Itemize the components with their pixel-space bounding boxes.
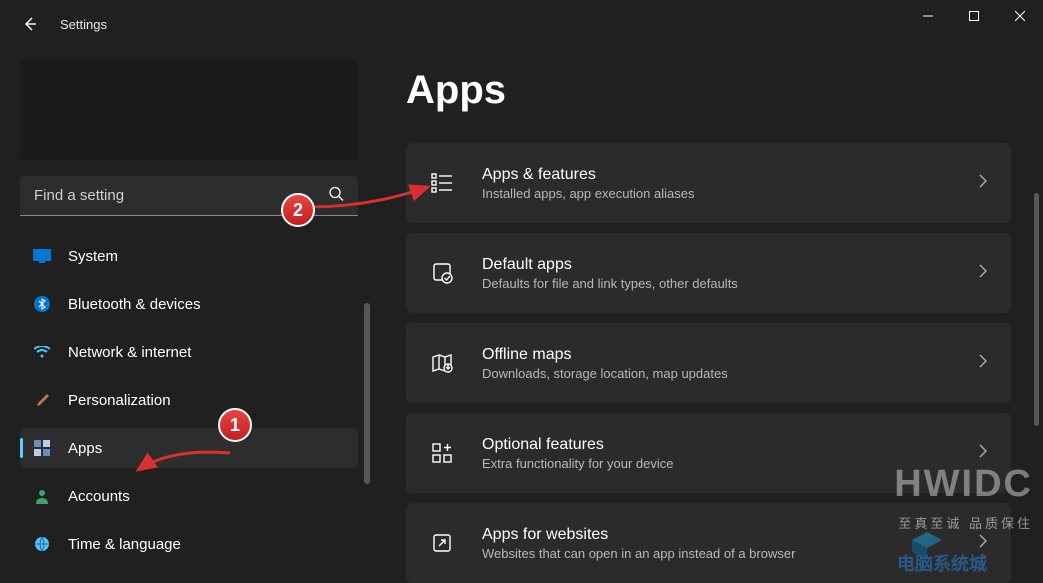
grid-plus-icon: [430, 441, 454, 465]
open-external-icon: [430, 531, 454, 555]
card-apps-features[interactable]: Apps & features Installed apps, app execu…: [406, 143, 1011, 223]
card-subtitle: Downloads, storage location, map updates: [482, 366, 979, 381]
sidebar: System Bluetooth & devices Network & int…: [0, 48, 370, 582]
apps-icon: [32, 438, 52, 458]
globe-icon: [32, 534, 52, 554]
card-title: Offline maps: [482, 346, 979, 364]
card-optional-features[interactable]: Optional features Extra functionality for…: [406, 413, 1011, 493]
search-box[interactable]: [20, 176, 358, 216]
sidebar-item-label: Accounts: [68, 488, 130, 505]
wifi-icon: [32, 342, 52, 362]
chevron-right-icon: [979, 444, 987, 463]
map-icon: [430, 351, 454, 375]
monitor-icon: [32, 246, 52, 266]
chevron-right-icon: [979, 354, 987, 373]
list-icon: [430, 171, 454, 195]
sidebar-item-label: Time & language: [68, 536, 181, 553]
sidebar-item-label: Personalization: [68, 392, 171, 409]
sidebar-item-bluetooth[interactable]: Bluetooth & devices: [20, 284, 358, 324]
card-subtitle: Extra functionality for your device: [482, 456, 979, 471]
sidebar-item-label: Bluetooth & devices: [68, 296, 201, 313]
sidebar-item-network[interactable]: Network & internet: [20, 332, 358, 372]
card-subtitle: Installed apps, app execution aliases: [482, 186, 979, 201]
scrollbar-thumb[interactable]: [1034, 193, 1039, 426]
card-title: Apps & features: [482, 166, 979, 184]
maximize-button[interactable]: [951, 0, 997, 32]
search-input[interactable]: [20, 176, 358, 216]
page-title: Apps: [406, 68, 1043, 113]
chevron-right-icon: [979, 174, 987, 193]
window-title: Settings: [60, 17, 107, 32]
nav-list: System Bluetooth & devices Network & int…: [20, 236, 358, 582]
sidebar-item-system[interactable]: System: [20, 236, 358, 276]
card-apps-for-websites[interactable]: Apps for websites Websites that can open …: [406, 503, 1011, 583]
card-title: Apps for websites: [482, 526, 979, 544]
back-button[interactable]: [20, 14, 40, 34]
titlebar: Settings: [0, 0, 1043, 48]
minimize-button[interactable]: [905, 0, 951, 32]
card-title: Default apps: [482, 256, 979, 274]
card-default-apps[interactable]: Default apps Defaults for file and link t…: [406, 233, 1011, 313]
sidebar-item-apps[interactable]: Apps: [20, 428, 358, 468]
sidebar-item-accounts[interactable]: Accounts: [20, 476, 358, 516]
chevron-right-icon: [979, 264, 987, 283]
search-icon: [328, 186, 344, 207]
content-pane: Apps Apps & features Installed apps, app …: [370, 48, 1043, 582]
shield-check-icon: [430, 261, 454, 285]
card-offline-maps[interactable]: Offline maps Downloads, storage location,…: [406, 323, 1011, 403]
sidebar-item-label: Apps: [68, 440, 102, 457]
content-scrollbar[interactable]: [1034, 193, 1039, 582]
person-icon: [32, 486, 52, 506]
user-card[interactable]: [20, 60, 358, 160]
sidebar-item-label: Network & internet: [68, 344, 191, 361]
card-title: Optional features: [482, 436, 979, 454]
sidebar-item-personalization[interactable]: Personalization: [20, 380, 358, 420]
sidebar-item-label: System: [68, 248, 118, 265]
card-subtitle: Websites that can open in an app instead…: [482, 546, 979, 561]
brush-icon: [32, 390, 52, 410]
bluetooth-icon: [32, 294, 52, 314]
sidebar-item-time[interactable]: Time & language: [20, 524, 358, 564]
card-subtitle: Defaults for file and link types, other …: [482, 276, 979, 291]
chevron-right-icon: [979, 534, 987, 553]
close-button[interactable]: [997, 0, 1043, 32]
